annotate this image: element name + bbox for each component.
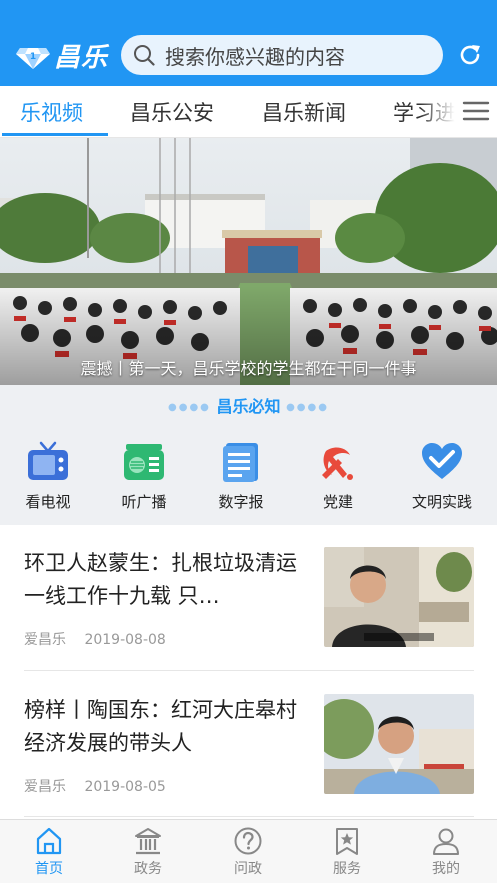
nav-label: 首页: [35, 861, 63, 877]
news-title: 榜样丨陶国东：红河大庄皋村经济发展的带头人: [24, 698, 297, 755]
tv-icon: [28, 441, 68, 480]
nav-inquiry[interactable]: 问政: [213, 826, 283, 878]
list-divider: [24, 816, 474, 817]
news-source: 爱昌乐: [24, 779, 66, 795]
must-know-section: ●●●● 昌乐必知 ●●●● 看电视 听广播 数字报 党建 文明实践: [0, 385, 497, 525]
nav-home[interactable]: 首页: [14, 826, 84, 878]
news-thumbnail: [324, 547, 474, 647]
diamond-logo-icon: 1: [16, 47, 50, 69]
bottom-navigation: 首页 政务 问政 服务 我的: [0, 819, 497, 883]
news-date: 2019-08-05: [84, 779, 166, 795]
quick-label: 数字报: [218, 493, 264, 511]
decorative-dots-left: ●●●●: [168, 402, 211, 413]
nav-label: 我的: [432, 861, 460, 877]
newspaper-icon: [223, 443, 258, 482]
refresh-icon[interactable]: [456, 41, 484, 69]
must-know-header: ●●●● 昌乐必知 ●●●●: [0, 393, 497, 417]
nav-government[interactable]: 政务: [113, 826, 183, 878]
search-placeholder: 搜索你感兴趣的内容: [165, 44, 345, 69]
quick-label: 文明实践: [411, 493, 472, 511]
nav-label: 服务: [333, 861, 361, 877]
radio-icon: [124, 444, 164, 480]
logo-text: 昌乐: [54, 43, 109, 73]
tab-changle-news[interactable]: 昌乐新闻: [262, 97, 346, 127]
active-tab-indicator: [2, 133, 108, 136]
app-header: 1 昌乐 搜索你感兴趣的内容: [0, 0, 497, 86]
banner-image: [0, 138, 497, 385]
quick-label: 看电视: [25, 493, 71, 511]
nav-label: 政务: [134, 861, 162, 877]
government-icon: [135, 828, 161, 855]
user-icon: [433, 828, 459, 855]
must-know-title: 昌乐必知: [216, 397, 281, 416]
news-item[interactable]: 榜样丨陶国东：红河大庄皋村经济发展的带头人 爱昌乐 2019-08-05: [0, 672, 497, 820]
list-divider: [24, 670, 474, 671]
quick-label: 听广播: [121, 493, 167, 511]
banner-carousel[interactable]: 震撼丨第一天，昌乐学校的学生都在干同一件事: [0, 138, 497, 385]
news-meta: 爱昌乐 2019-08-05: [24, 776, 166, 796]
svg-text:1: 1: [30, 52, 36, 62]
news-thumbnail-image: [324, 547, 474, 647]
news-title: 环卫人赵蒙生：扎根垃圾清运一线工作十九载 只…: [24, 551, 297, 608]
quick-watch-tv[interactable]: 看电视: [8, 441, 88, 512]
channel-tabs: 乐视频 昌乐公安 昌乐新闻 学习进: [0, 86, 497, 138]
home-icon: [36, 827, 62, 855]
nav-label: 问政: [234, 861, 262, 877]
decorative-dots-right: ●●●●: [286, 402, 329, 413]
news-thumbnail: [324, 694, 474, 794]
banner-caption: 震撼丨第一天，昌乐学校的学生都在干同一件事: [80, 359, 417, 378]
tab-le-video[interactable]: 乐视频: [20, 97, 83, 127]
news-meta: 爱昌乐 2019-08-08: [24, 629, 166, 649]
heart-icon: [422, 443, 462, 479]
menu-icon[interactable]: [462, 100, 490, 122]
question-icon: [234, 827, 262, 855]
app-logo: 1 昌乐: [16, 37, 108, 74]
quick-civilization-practice[interactable]: 文明实践: [402, 441, 482, 512]
quick-party-building[interactable]: 党建: [298, 441, 378, 512]
quick-digital-newspaper[interactable]: 数字报: [201, 441, 281, 512]
tab-changle-police[interactable]: 昌乐公安: [130, 97, 214, 127]
party-emblem-icon: [322, 447, 353, 480]
service-star-icon: [336, 828, 358, 855]
quick-label: 党建: [322, 493, 353, 511]
search-icon: [134, 45, 155, 66]
quick-listen-radio[interactable]: 听广播: [104, 441, 184, 512]
news-thumbnail-image: [324, 694, 474, 794]
news-item[interactable]: 环卫人赵蒙生：扎根垃圾清运一线工作十九载 只… 爱昌乐 2019-08-08: [0, 525, 497, 673]
news-date: 2019-08-08: [84, 632, 166, 648]
nav-service[interactable]: 服务: [312, 826, 382, 878]
nav-mine[interactable]: 我的: [411, 826, 481, 878]
news-source: 爱昌乐: [24, 632, 66, 648]
search-input[interactable]: 搜索你感兴趣的内容: [121, 35, 443, 75]
